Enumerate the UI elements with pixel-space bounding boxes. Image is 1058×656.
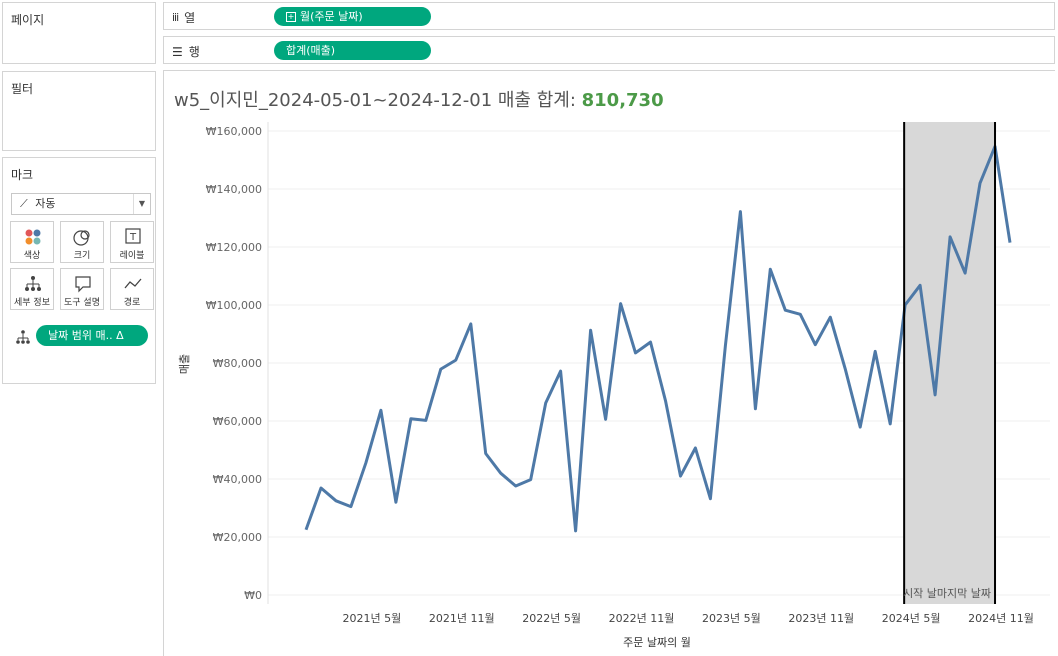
x-tick-label: 2023년 5월 [702, 612, 761, 625]
y-tick-label: ₩20,000 [213, 531, 262, 544]
y-tick-label: ₩100,000 [206, 299, 262, 312]
x-axis-title: 주문 날짜의 월 [623, 636, 691, 649]
y-tick-label: ₩160,000 [206, 125, 262, 138]
y-tick-labels: ₩0 ₩20,000 ₩40,000 ₩60,000 ₩80,000 ₩100,000 ₩1… [206, 125, 262, 602]
y-tick-label: ₩80,000 [213, 357, 262, 370]
band-label: 시작 날마지막 날짜 [903, 587, 991, 600]
x-tick-label: 2022년 11월 [609, 612, 675, 625]
y-tick-label: ₩0 [244, 589, 262, 602]
y-tick-label: ₩60,000 [213, 415, 262, 428]
x-tick-label: 2021년 11월 [429, 612, 495, 625]
x-tick-labels: 2021년 5월 2021년 11월 2022년 5월 2022년 11월 2023년 … [343, 612, 1034, 625]
x-tick-label: 2023년 11월 [788, 612, 854, 625]
y-tick-label: ₩140,000 [206, 183, 262, 196]
highlight-date-range-band [904, 122, 996, 604]
sales-line-chart[interactable]: ₩0 ₩20,000 ₩40,000 ₩60,000 ₩80,000 ₩100,000 ₩1… [0, 0, 1058, 656]
y-tick-label: ₩120,000 [206, 241, 262, 254]
x-tick-label: 2024년 11월 [968, 612, 1034, 625]
y-axis-title: 매출 [178, 354, 191, 374]
x-tick-label: 2022년 5월 [522, 612, 581, 625]
x-tick-label: 2024년 5월 [882, 612, 941, 625]
x-tick-label: 2021년 5월 [343, 612, 402, 625]
y-tick-label: ₩40,000 [213, 473, 262, 486]
